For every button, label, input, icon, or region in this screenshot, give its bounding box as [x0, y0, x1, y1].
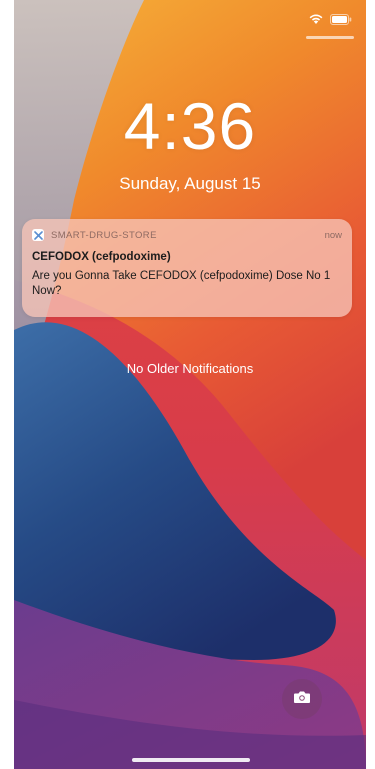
screenshot-frame: 4:36 Sunday, August 15 SMART-DRUG-STORE …	[0, 0, 375, 769]
notification-time: now	[324, 229, 342, 241]
battery-icon	[330, 12, 352, 30]
lock-date: Sunday, August 15	[119, 174, 261, 193]
notification-title: CEFODOX (cefpodoxime)	[32, 251, 171, 263]
control-center-indicator[interactable]	[306, 36, 354, 39]
wifi-icon	[308, 12, 324, 30]
lock-time: 4:36	[123, 89, 257, 163]
notification-header: SMART-DRUG-STORE now	[32, 228, 342, 242]
app-icon	[32, 229, 44, 241]
notification-card[interactable]: SMART-DRUG-STORE now CEFODOX (cefpodoxim…	[22, 219, 352, 317]
notification-body: Are you Gonna Take CEFODOX (cefpodoxime)…	[32, 270, 331, 297]
home-indicator[interactable]	[132, 758, 250, 762]
status-bar	[308, 12, 352, 30]
notification-app-name: SMART-DRUG-STORE	[51, 229, 157, 241]
lock-screen: 4:36 Sunday, August 15 SMART-DRUG-STORE …	[14, 0, 366, 769]
no-older-notifications: No Older Notifications	[126, 361, 254, 376]
camera-icon	[293, 690, 311, 709]
camera-button[interactable]	[282, 679, 322, 719]
